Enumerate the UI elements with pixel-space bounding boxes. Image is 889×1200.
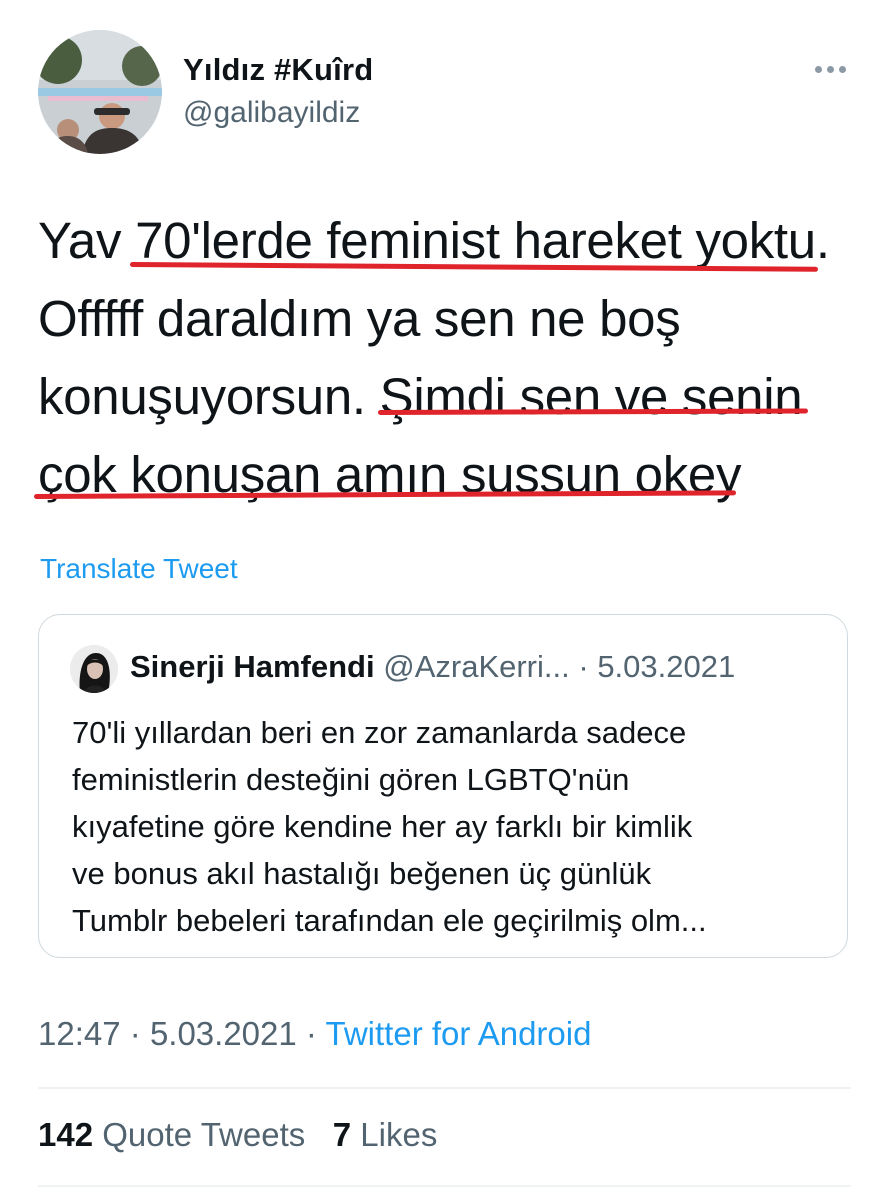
- quoted-tweet-line: ve bonus akıl hastalığı beğenen üç günlü…: [72, 856, 652, 891]
- quoted-author-handle[interactable]: @AzraKerri...: [383, 649, 570, 684]
- quoted-author-name[interactable]: Sinerji Hamfendi: [130, 649, 375, 684]
- likes-stat[interactable]: 7 Likes: [333, 1116, 438, 1153]
- quoted-tweet-date[interactable]: 5.03.2021: [597, 649, 735, 684]
- tweet-line: konuşuyorsun. Şimdi sen ve senin: [38, 368, 803, 425]
- quote-tweets-stat[interactable]: 142 Quote Tweets: [38, 1116, 305, 1153]
- tweet-line: Offfff daraldım ya sen ne boş: [38, 290, 681, 347]
- quoted-tweet-line: 70'li yıllardan beri en zor zamanlarda s…: [72, 715, 687, 750]
- divider: [38, 1185, 851, 1187]
- tweet-text: Yav 70'lerde feminist hareket yoktu. Off…: [38, 202, 848, 514]
- likes-count: 7: [332, 1116, 352, 1153]
- more-dot: [838, 65, 846, 73]
- tweet-meta: 12:47 · 5.03.2021 · Twitter for Android: [38, 1015, 591, 1053]
- quote-tweets-count: 142: [38, 1116, 94, 1153]
- divider: [38, 1087, 851, 1089]
- quoted-tweet-text: 70'li yıllardan beri en zor zamanlarda s…: [72, 709, 832, 944]
- tweet-line: çok konuşan amın sussun okey: [38, 446, 742, 503]
- author-avatar[interactable]: [38, 30, 162, 154]
- tweet-date[interactable]: 5.03.2021: [150, 1015, 297, 1052]
- tweet-source-link[interactable]: Twitter for Android: [326, 1015, 592, 1052]
- more-dot: [826, 65, 834, 73]
- quote-tweets-label: Quote Tweets: [102, 1116, 306, 1153]
- quoted-author-avatar[interactable]: [70, 645, 118, 693]
- quoted-separator: ·: [578, 649, 589, 684]
- tweet-time[interactable]: 12:47: [38, 1015, 121, 1052]
- quoted-tweet-line: Tumblr bebeleri tarafından ele geçirilmi…: [72, 903, 707, 938]
- quoted-tweet-line: feministlerin desteğini gören LGBTQ'nün: [72, 762, 630, 797]
- meta-separator: ·: [305, 1015, 317, 1052]
- author-handle[interactable]: @galibayildiz: [183, 96, 360, 130]
- quoted-tweet-card[interactable]: Sinerji Hamfendi @AzraKerri... · 5.03.20…: [38, 614, 848, 958]
- quoted-tweet-header: Sinerji Hamfendi @AzraKerri... · 5.03.20…: [130, 649, 735, 685]
- translate-tweet-link[interactable]: Translate Tweet: [40, 553, 238, 585]
- tweet-stats: 142 Quote Tweets 7 Likes: [38, 1116, 437, 1154]
- more-dot: [814, 65, 822, 73]
- meta-separator: ·: [129, 1015, 141, 1052]
- quoted-tweet-line: kıyafetine göre kendine her ay farklı bi…: [72, 809, 693, 844]
- more-options-icon[interactable]: [808, 52, 852, 86]
- author-display-name[interactable]: Yıldız #Kuîrd: [183, 52, 373, 88]
- likes-label: Likes: [360, 1116, 438, 1153]
